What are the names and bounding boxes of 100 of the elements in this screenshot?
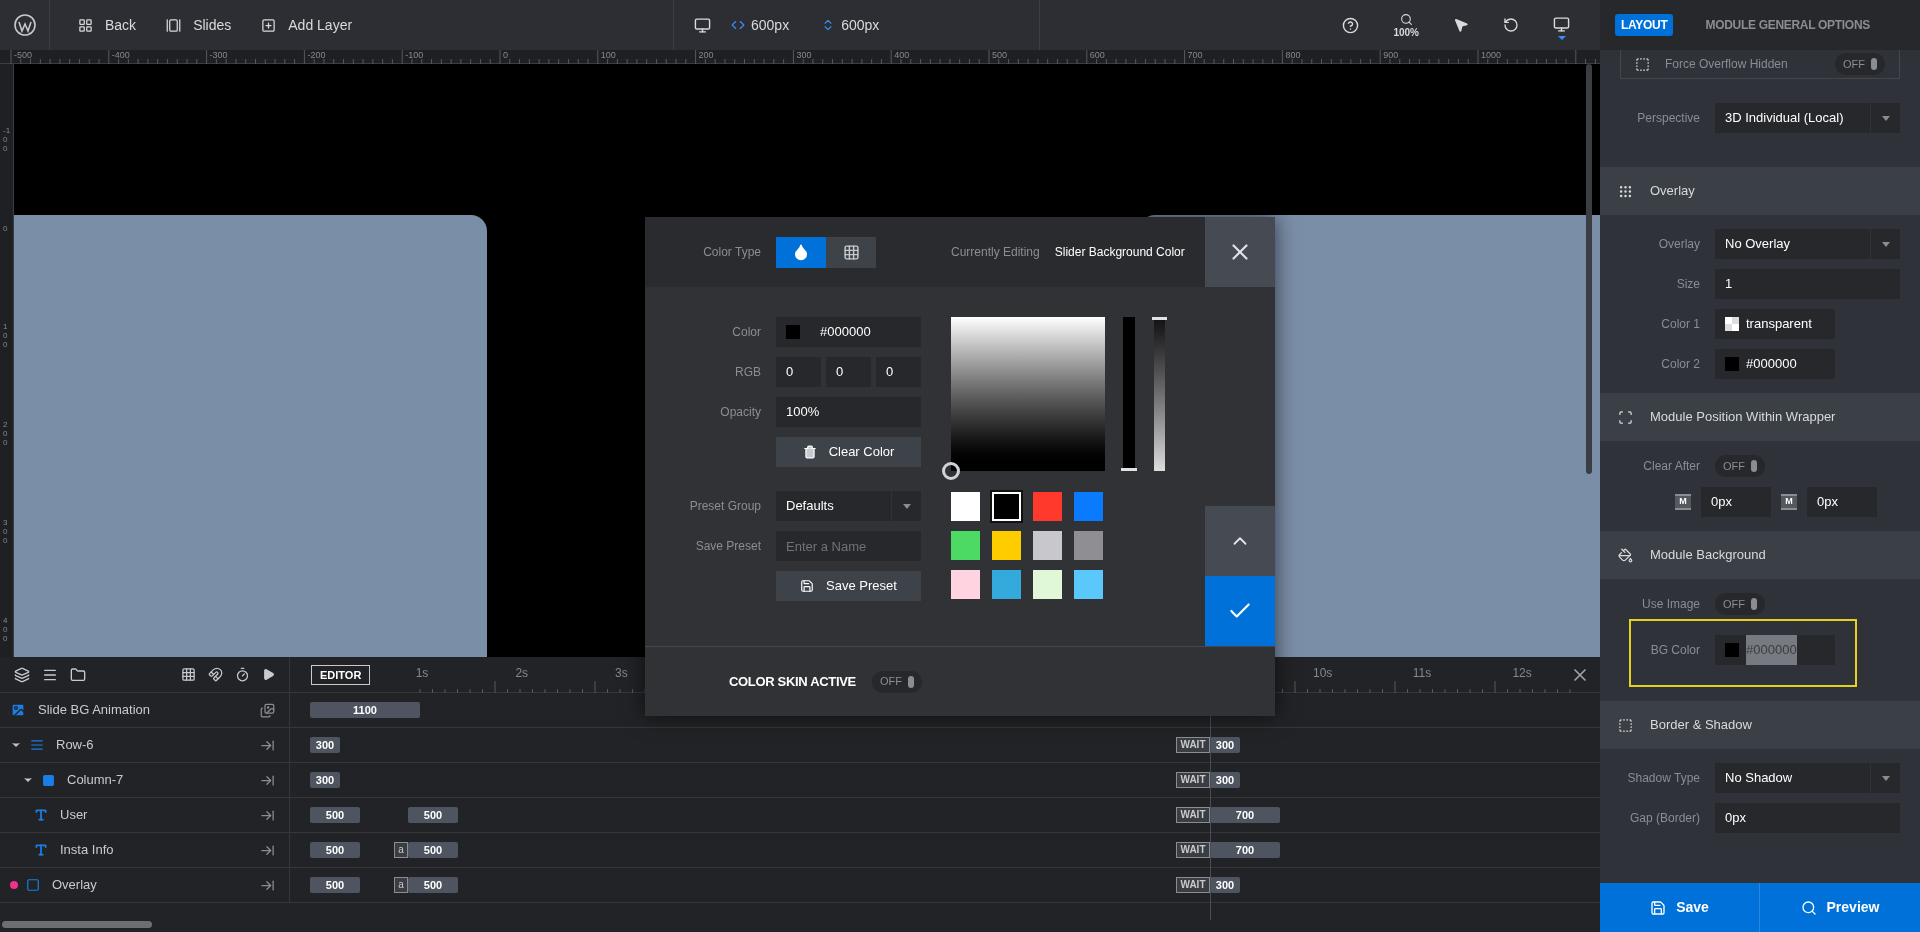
toggle-switch[interactable]: OFF xyxy=(871,670,922,693)
width-value[interactable]: 600px xyxy=(751,14,790,36)
monitor-icon[interactable] xyxy=(1553,16,1570,33)
ruler-label: 400 xyxy=(3,617,9,644)
timing-bar[interactable]: 700 xyxy=(1210,807,1280,823)
preset-name-input[interactable]: Enter a Name xyxy=(776,531,921,561)
folder-icon[interactable] xyxy=(70,666,86,683)
clear-color-button[interactable]: Clear Color xyxy=(776,437,921,467)
color-gradient-square[interactable] xyxy=(951,317,1105,471)
section-header[interactable]: Overlay xyxy=(1600,167,1920,215)
logo-icon[interactable] xyxy=(13,14,36,36)
layer-row[interactable]: Insta Info xyxy=(0,833,290,867)
color-field[interactable]: #000000 xyxy=(776,317,921,347)
grid-snap-icon[interactable] xyxy=(181,667,196,682)
layer-row[interactable]: Overlay xyxy=(0,868,290,902)
preset-group-select[interactable]: Defaults xyxy=(776,491,921,521)
magnet-icon[interactable] xyxy=(208,667,223,682)
input-field[interactable]: 0px xyxy=(1715,803,1900,833)
layer-row[interactable]: Row-6 xyxy=(0,728,290,762)
color-field[interactable]: #000000 xyxy=(1715,349,1835,379)
cursor-icon[interactable] xyxy=(1453,17,1469,33)
zoom-button[interactable]: 100% xyxy=(1393,12,1419,38)
preset-swatch[interactable] xyxy=(1074,570,1103,599)
timing-bar[interactable]: 1100 xyxy=(310,702,420,718)
save-button[interactable]: Save xyxy=(1600,883,1760,932)
gradient-tab[interactable] xyxy=(826,236,876,268)
ruler-label: 1000 xyxy=(1481,50,1502,60)
timing-bar[interactable]: 300 xyxy=(310,737,340,753)
preset-swatch[interactable] xyxy=(1074,492,1103,521)
toggle-switch[interactable]: OFF xyxy=(1715,593,1765,615)
preset-swatch[interactable] xyxy=(992,570,1021,599)
preset-swatch[interactable] xyxy=(992,492,1021,521)
anchor-marker: a xyxy=(394,842,408,858)
rgb-field[interactable]: 0 xyxy=(776,357,821,387)
timing-bar[interactable]: 300 xyxy=(1210,877,1240,893)
preview-button[interactable]: Preview xyxy=(1760,883,1920,932)
images-icon[interactable] xyxy=(260,702,275,718)
preset-swatch[interactable] xyxy=(1033,531,1062,560)
timing-bar[interactable]: 500 xyxy=(408,877,458,893)
input-field[interactable]: 1 xyxy=(1715,269,1900,299)
undo-icon[interactable] xyxy=(1503,17,1519,33)
section-header[interactable]: Module Background xyxy=(1600,531,1920,579)
hue-slider[interactable] xyxy=(1123,317,1135,471)
layer-row[interactable]: Slide BG Animation xyxy=(0,693,290,727)
monitor-icon[interactable] xyxy=(694,16,711,34)
back-button[interactable]: Back xyxy=(78,14,137,36)
gradient-icon xyxy=(842,243,860,261)
select-field[interactable]: 3D Individual (Local) xyxy=(1715,103,1900,133)
preset-swatch[interactable] xyxy=(951,570,980,599)
save-preset-button[interactable]: Save Preset xyxy=(776,571,921,601)
margin-field[interactable]: 0px xyxy=(1807,487,1877,517)
field-label: RGB xyxy=(734,364,761,381)
timing-bar[interactable]: 500 xyxy=(310,877,360,893)
timing-bar[interactable]: 500 xyxy=(408,807,458,823)
timing-bar[interactable]: 300 xyxy=(310,772,340,788)
toggle-switch[interactable]: OFF xyxy=(1715,455,1765,477)
margin-field[interactable]: 0px xyxy=(1701,487,1771,517)
solid-color-tab[interactable] xyxy=(776,236,826,268)
picker-handle[interactable] xyxy=(942,462,960,480)
section-header[interactable]: Border & Shadow xyxy=(1600,701,1920,749)
opacity-slider[interactable] xyxy=(1154,317,1165,471)
add-layer-button[interactable]: Add Layer xyxy=(261,14,353,36)
color-field[interactable]: transparent xyxy=(1715,309,1835,339)
timing-bar[interactable]: 500 xyxy=(310,842,360,858)
timing-bar[interactable]: 700 xyxy=(1210,842,1280,858)
preset-swatch[interactable] xyxy=(1074,531,1103,560)
play-icon[interactable] xyxy=(262,668,275,681)
scrollbar[interactable] xyxy=(2,921,152,928)
opacity-field[interactable]: 100% xyxy=(776,397,921,427)
toggle-switch[interactable]: OFF xyxy=(1835,53,1885,75)
layer-row[interactable]: User xyxy=(0,798,290,832)
editor-button[interactable]: EDITOR xyxy=(311,665,371,685)
layer-row[interactable]: Column-7 xyxy=(0,763,290,797)
rgb-field[interactable]: 0 xyxy=(876,357,921,387)
preset-swatch[interactable] xyxy=(1033,570,1062,599)
section-header[interactable]: Module Position Within Wrapper xyxy=(1600,393,1920,441)
layout-tab[interactable]: LAYOUT xyxy=(1615,14,1674,36)
editing-value: Slider Background Color xyxy=(1054,244,1185,261)
field-label: Clear After xyxy=(1642,458,1700,475)
layers-icon[interactable] xyxy=(14,666,30,683)
preset-swatch[interactable] xyxy=(1033,492,1062,521)
rgb-field[interactable]: 0 xyxy=(826,357,871,387)
timing-bar[interactable]: 300 xyxy=(1210,737,1240,753)
scrollbar[interactable] xyxy=(1586,64,1592,474)
preset-swatch[interactable] xyxy=(951,492,980,521)
timing-bar[interactable]: 300 xyxy=(1210,772,1240,788)
height-value[interactable]: 600px xyxy=(841,14,880,36)
preset-swatch[interactable] xyxy=(992,531,1021,560)
select-field[interactable]: No Shadow xyxy=(1715,763,1900,793)
timer-icon[interactable] xyxy=(235,667,250,682)
ruler-label: -100 xyxy=(3,127,11,154)
slider-handle[interactable] xyxy=(1152,317,1167,320)
slider-handle[interactable] xyxy=(1121,468,1137,471)
help-icon[interactable] xyxy=(1342,16,1360,34)
select-field[interactable]: No Overlay xyxy=(1715,229,1900,259)
preset-swatch[interactable] xyxy=(951,531,980,560)
slides-button[interactable]: Slides xyxy=(166,14,232,36)
timing-bar[interactable]: 500 xyxy=(408,842,458,858)
timing-bar[interactable]: 500 xyxy=(310,807,360,823)
ruler-label: 200 xyxy=(698,50,714,60)
